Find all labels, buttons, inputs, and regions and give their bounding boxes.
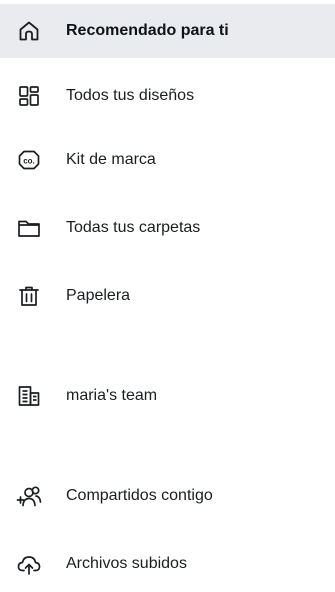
add-people-icon [16, 483, 42, 509]
sidebar-item-label: Papelera [66, 287, 131, 304]
team-building-icon [16, 383, 42, 409]
folder-icon [16, 215, 42, 241]
sidebar-item-folders[interactable]: Todas tus carpetas [0, 200, 335, 256]
sidebar-item-label: maria's team [66, 387, 158, 404]
sidebar-item-label: Kit de marca [66, 151, 156, 168]
sidebar-item-label: Todos tus diseños [66, 87, 195, 104]
cloud-upload-icon [16, 551, 42, 577]
sidebar-item-recommended[interactable]: Recomendado para ti [0, 4, 335, 58]
brand-kit-icon: co. [16, 147, 42, 173]
sidebar-item-shared[interactable]: Compartidos contigo [0, 468, 335, 524]
sidebar-item-team[interactable]: maria's team [0, 368, 335, 424]
sidebar-item-designs[interactable]: Todos tus diseños [0, 68, 335, 124]
trash-icon [16, 283, 42, 309]
sidebar-item-brand-kit[interactable]: co. Kit de marca [0, 132, 335, 188]
sidebar-item-label: Compartidos contigo [66, 487, 213, 504]
sidebar-item-uploads[interactable]: Archivos subidos [0, 536, 335, 592]
sidebar-item-label: Recomendado para ti [66, 22, 229, 39]
sidebar-item-trash[interactable]: Papelera [0, 268, 335, 324]
sidebar-item-label: Archivos subidos [66, 555, 187, 572]
brand-kit-icon-text: co. [23, 156, 35, 165]
grid-icon [16, 83, 42, 109]
home-icon [16, 18, 42, 44]
sidebar-item-label: Todas tus carpetas [66, 219, 201, 236]
sidebar-nav: Recomendado para ti Todos tus diseños co… [0, 0, 335, 585]
